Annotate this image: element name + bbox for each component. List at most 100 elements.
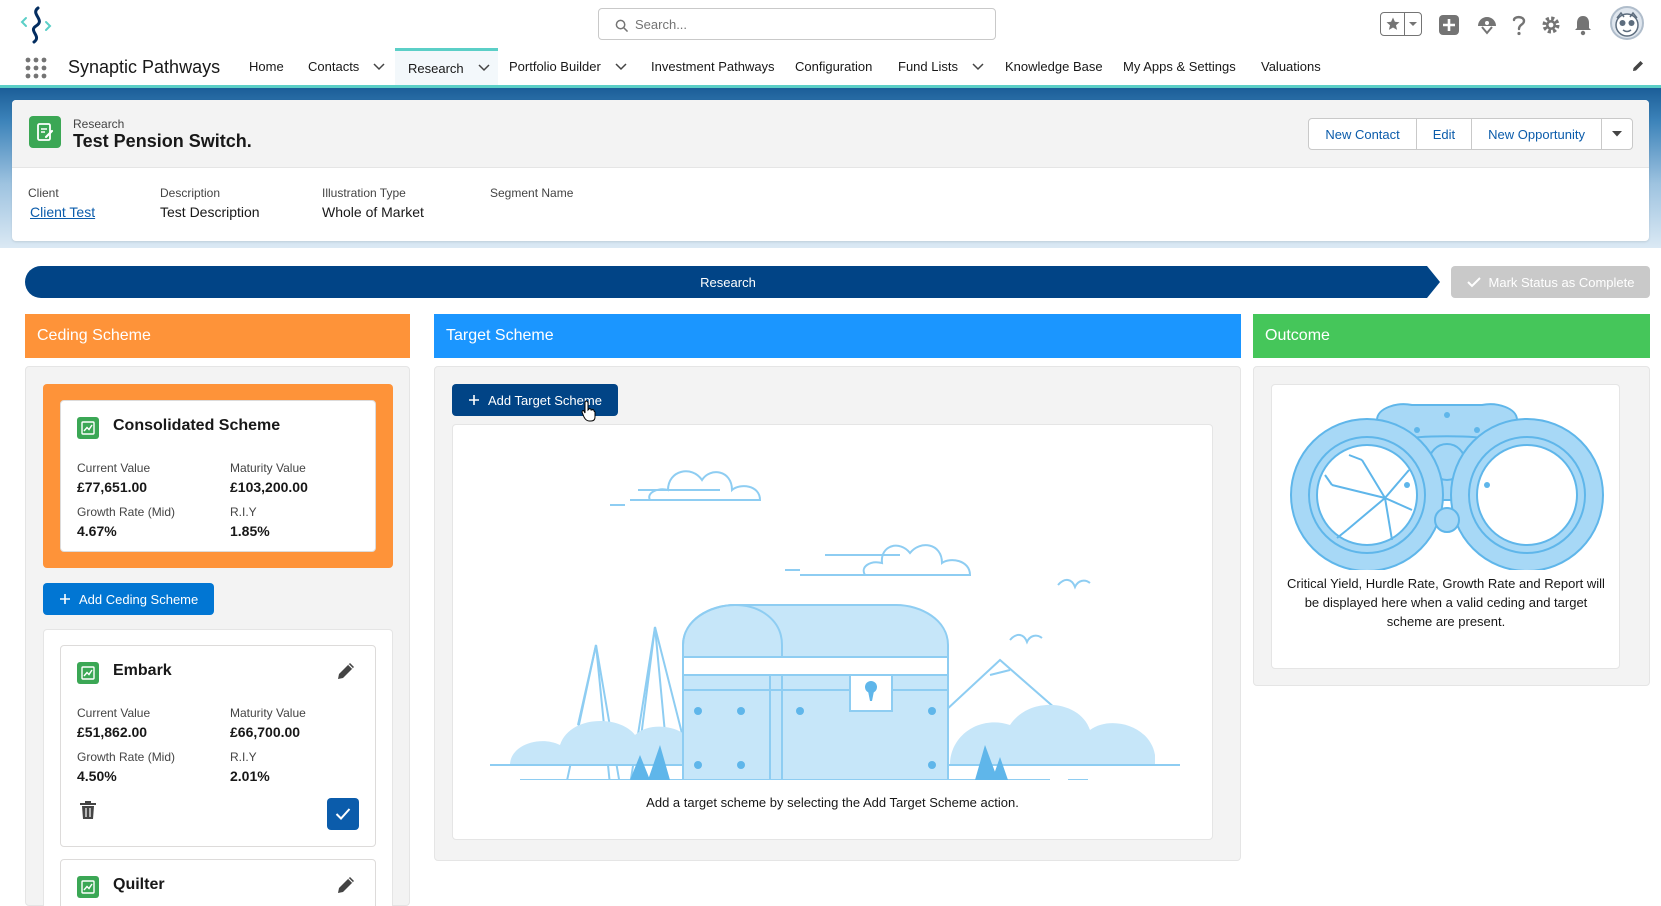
setup-gear-icon[interactable]: [1538, 12, 1564, 38]
ceding-scheme-header: Ceding Scheme: [25, 314, 410, 358]
maturity-value-label: Maturity Value: [230, 706, 306, 720]
select-scheme-checkbox[interactable]: [327, 798, 359, 830]
riy-value: 1.85%: [230, 523, 270, 539]
growth-rate-label: Growth Rate (Mid): [77, 750, 176, 764]
edit-button[interactable]: Edit: [1415, 118, 1473, 150]
client-link[interactable]: Client Test: [30, 204, 95, 220]
star-icon[interactable]: [1381, 13, 1405, 35]
record-header: Research Test Pension Switch. New Contac…: [12, 100, 1649, 241]
consolidated-scheme-card[interactable]: Consolidated Scheme Current Value £77,65…: [60, 400, 376, 552]
global-actions-icon[interactable]: [1436, 12, 1462, 38]
favorites-group[interactable]: [1380, 12, 1422, 36]
riy-value: 2.01%: [230, 768, 270, 784]
outcome-empty-state: Critical Yield, Hurdle Rate, Growth Rate…: [1271, 384, 1620, 669]
field-label: Client: [28, 186, 59, 200]
notifications-bell-icon[interactable]: [1570, 12, 1596, 38]
field-illustration-type: Illustration Type Whole of Market: [322, 186, 424, 220]
app-launcher-icon[interactable]: [24, 56, 48, 80]
new-opportunity-button[interactable]: New Opportunity: [1471, 118, 1602, 150]
app-name: Synaptic Pathways: [68, 57, 221, 77]
mark-status-complete-button[interactable]: Mark Status as Complete: [1451, 266, 1650, 298]
help-icon[interactable]: [1506, 12, 1532, 38]
global-search[interactable]: [598, 8, 996, 40]
trailhead-icon[interactable]: [1474, 12, 1500, 38]
nav-item-label: Configuration: [795, 59, 873, 74]
scheme-card-quilter[interactable]: Quilter: [60, 859, 376, 906]
checkmark-icon: [1466, 277, 1481, 288]
current-value-label: Current Value: [77, 706, 151, 720]
outcome-panel: Critical Yield, Hurdle Rate, Growth Rate…: [1253, 366, 1650, 686]
current-value: £77,651.00: [77, 479, 148, 495]
nav-item-label: Contacts: [308, 59, 360, 74]
chevron-down-icon[interactable]: [972, 62, 984, 71]
user-avatar[interactable]: [1610, 6, 1644, 40]
nav-item-investment-pathways[interactable]: Investment Pathways: [651, 48, 775, 85]
field-label: Illustration Type: [322, 186, 406, 200]
column-title: Ceding Scheme: [37, 327, 151, 344]
nav-item-label: My Apps & Settings: [1123, 59, 1236, 74]
nav-item-research[interactable]: Research: [395, 48, 498, 85]
scheme-name: Quilter: [113, 876, 165, 893]
search-icon: [615, 19, 628, 32]
growth-rate: 4.67%: [77, 523, 117, 539]
edit-nav-pencil-icon[interactable]: [1631, 59, 1645, 73]
scheme-chart-icon: [77, 876, 99, 898]
nav-item-valuations[interactable]: Valuations: [1261, 48, 1321, 85]
edit-pencil-icon[interactable]: [335, 874, 357, 896]
path-stage-label: Research: [700, 275, 756, 290]
checkmark-icon: [335, 808, 351, 820]
target-scheme-panel: Add Target Scheme Add a target scheme by…: [434, 366, 1241, 861]
ceding-scheme-panel: Consolidated Scheme Current Value £77,65…: [25, 366, 410, 906]
more-actions-button[interactable]: [1601, 118, 1633, 150]
path-stage-research[interactable]: Research: [25, 266, 1440, 298]
riy-label: R.I.Y: [230, 750, 257, 764]
global-header: [0, 0, 1661, 48]
riy-label: R.I.Y: [230, 505, 257, 519]
binoculars-illustration: [1290, 403, 1604, 570]
new-contact-button[interactable]: New Contact: [1308, 118, 1417, 150]
growth-rate: 4.50%: [77, 768, 117, 784]
add-ceding-scheme-button[interactable]: Add Ceding Scheme: [43, 583, 215, 615]
search-input[interactable]: [635, 14, 975, 34]
growth-rate-label: Growth Rate (Mid): [77, 505, 176, 519]
current-value: £51,862.00: [77, 724, 148, 740]
outcome-empty-message: Critical Yield, Hurdle Rate, Growth Rate…: [1287, 576, 1605, 629]
nav-item-knowledge-base[interactable]: Knowledge Base: [1005, 48, 1103, 85]
chevron-down-icon[interactable]: [615, 62, 627, 71]
nav-item-fund-lists[interactable]: Fund Lists: [898, 48, 984, 85]
nav-item-portfolio-builder[interactable]: Portfolio Builder: [509, 48, 627, 85]
chevron-down-icon[interactable]: [373, 62, 385, 71]
field-value: Whole of Market: [322, 204, 424, 220]
field-label: Segment Name: [490, 186, 574, 200]
target-empty-state: Add a target scheme by selecting the Add…: [452, 424, 1213, 840]
page-title: Test Pension Switch.: [73, 131, 252, 151]
nav-item-my-apps-settings[interactable]: My Apps & Settings: [1123, 48, 1236, 85]
delete-trash-icon[interactable]: [79, 800, 97, 820]
maturity-value: £103,200.00: [230, 479, 308, 495]
app-logo-icon[interactable]: [16, 4, 56, 44]
field-segment-name: Segment Name: [490, 186, 573, 204]
nav-item-label: Valuations: [1261, 59, 1321, 74]
edit-pencil-icon[interactable]: [335, 660, 357, 682]
scheme-name: Consolidated Scheme: [113, 417, 281, 434]
nav-item-contacts[interactable]: Contacts: [308, 48, 385, 85]
target-empty-message: Add a target scheme by selecting the Add…: [646, 795, 1019, 810]
plus-icon: [469, 395, 479, 405]
scheme-card-embark[interactable]: Embark Current Value £51,862.00 Maturity…: [60, 645, 376, 847]
outcome-header: Outcome: [1253, 314, 1650, 358]
navigation-bar: Synaptic Pathways Home Contacts Research…: [0, 48, 1661, 88]
mouse-cursor-icon: [581, 400, 596, 422]
scheme-name: Embark: [113, 662, 172, 679]
favorites-dropdown-icon[interactable]: [1405, 13, 1421, 35]
treasure-chest-illustration: [490, 470, 1180, 780]
nav-item-home[interactable]: Home: [249, 48, 284, 85]
field-label: Description: [160, 186, 221, 200]
maturity-value: £66,700.00: [230, 724, 301, 740]
nav-item-label: Knowledge Base: [1005, 59, 1103, 74]
column-title: Target Scheme: [446, 327, 554, 344]
nav-item-label: Fund Lists: [898, 59, 958, 74]
maturity-value-label: Maturity Value: [230, 461, 306, 475]
chevron-down-icon[interactable]: [478, 64, 490, 72]
mark-status-label: Mark Status as Complete: [1488, 274, 1635, 290]
nav-item-configuration[interactable]: Configuration: [795, 48, 872, 85]
